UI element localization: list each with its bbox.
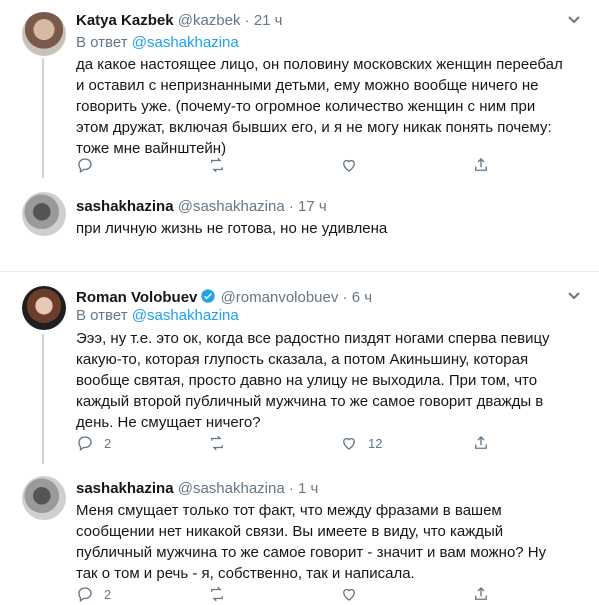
avatar[interactable]: [22, 286, 66, 330]
reply-to: В ответ @sashakhazina: [76, 307, 239, 324]
verified-badge-icon: [201, 289, 216, 303]
text-line: при личную жизнь не готова, но не удивле…: [76, 220, 388, 237]
avatar[interactable]: [22, 12, 66, 56]
reply-handle-link[interactable]: @sashakhazina: [132, 34, 239, 51]
retweet-button[interactable]: [208, 434, 236, 452]
timestamp[interactable]: 21 ч: [254, 12, 283, 29]
avatar[interactable]: [22, 476, 66, 520]
timestamp[interactable]: 6 ч: [352, 289, 372, 306]
avatar[interactable]: [22, 192, 66, 236]
separator-dot: ·: [244, 12, 250, 29]
thread-connector: [42, 334, 44, 464]
reply-count: 2: [104, 586, 112, 602]
separator-dot: ·: [342, 289, 348, 306]
text-line: публичный мужчина то же самое говорит - …: [76, 544, 547, 561]
reply-prefix: В ответ: [76, 307, 128, 324]
share-icon: [475, 158, 487, 171]
tweet-header: sashakhazina @sashakhazina · 1 ч: [76, 480, 318, 497]
reply-button[interactable]: 2: [76, 585, 111, 603]
tweet-actions: [76, 156, 506, 176]
tweet-header: Katya Kazbek @kazbek · 21 ч: [76, 12, 283, 29]
tweet-sashakhazina-1: sashakhazina @sashakhazina · 17 ч при ли…: [0, 178, 599, 272]
separator-dot: ·: [288, 198, 294, 215]
retweet-icon: [211, 435, 223, 451]
author-name[interactable]: sashakhazina: [76, 198, 174, 215]
like-icon: [343, 159, 355, 172]
reply-prefix: В ответ: [76, 34, 128, 51]
reply-button[interactable]: 2: [76, 434, 111, 452]
tweet-actions: 2: [76, 585, 506, 605]
like-button[interactable]: [340, 585, 368, 603]
reply-handle-link[interactable]: @sashakhazina: [132, 307, 239, 324]
author-name[interactable]: Roman Volobuev: [76, 289, 197, 306]
share-icon: [475, 587, 487, 600]
text-line: день. Не смущает ничего?: [76, 414, 261, 431]
like-button[interactable]: [340, 156, 368, 174]
tweet-text: да какое настоящее лицо, он половину мос…: [76, 54, 586, 159]
text-line: вообще святая, просто давно на улицу не …: [76, 372, 538, 389]
tweet-roman-volobuev: Roman Volobuev @romanvolobuev · 6 ч В от…: [0, 272, 599, 464]
text-line: и оставил с непризнанными детьми, ему мо…: [76, 77, 539, 94]
tweet-sashakhazina-2: sashakhazina @sashakhazina · 1 ч Меня см…: [0, 464, 599, 603]
author-name[interactable]: sashakhazina: [76, 480, 174, 497]
reply-icon: [78, 158, 92, 174]
reply-to: В ответ @sashakhazina: [76, 34, 239, 51]
like-icon: [343, 437, 355, 450]
like-count: 12: [368, 435, 383, 451]
text-line: какую-то, которая глупость сказала, а по…: [76, 351, 529, 368]
author-name[interactable]: Katya Kazbek: [76, 12, 174, 29]
share-button[interactable]: [472, 156, 490, 174]
tweet-header: sashakhazina @sashakhazina · 17 ч: [76, 198, 327, 215]
reply-icon: [78, 587, 92, 603]
text-line: Эээ, ну т.е. это ок, когда все радостно …: [76, 330, 550, 347]
caret-down-icon[interactable]: [567, 15, 581, 25]
timestamp[interactable]: 17 ч: [298, 198, 327, 215]
retweet-button[interactable]: [208, 156, 236, 174]
text-line: этом дружат, включая бывших его, и я не …: [76, 119, 552, 136]
author-handle[interactable]: @romanvolobuev: [221, 289, 339, 306]
text-line: говорить уже. (почему-то огромное количе…: [76, 98, 536, 115]
share-button[interactable]: [472, 585, 490, 603]
author-handle[interactable]: @kazbek: [178, 12, 241, 29]
text-line: каждый второй публичный мужчина то же са…: [76, 393, 544, 410]
author-handle[interactable]: @sashakhazina: [178, 480, 285, 497]
tweet-text: Меня смущает только тот факт, что между …: [76, 500, 586, 584]
share-button[interactable]: [472, 434, 490, 452]
reply-button[interactable]: [76, 156, 104, 174]
tweet-text: Эээ, ну т.е. это ок, когда все радостно …: [76, 328, 586, 433]
text-line: да какое настоящее лицо, он половину мос…: [76, 56, 563, 73]
timestamp[interactable]: 1 ч: [298, 480, 318, 497]
reply-count: 2: [104, 435, 112, 451]
separator-dot: ·: [288, 480, 294, 497]
retweet-icon: [211, 586, 223, 602]
thread-connector: [42, 58, 44, 178]
caret-down-icon[interactable]: [567, 291, 581, 301]
reply-icon: [78, 436, 92, 452]
text-line: Меня смущает только тот факт, что между …: [76, 502, 502, 519]
retweet-icon: [211, 157, 223, 173]
like-icon: [343, 588, 355, 601]
author-handle[interactable]: @sashakhazina: [178, 198, 285, 215]
tweet-katya-kazbek: Katya Kazbek @kazbek · 21 ч В ответ @sas…: [0, 0, 599, 178]
tweet-actions: 2 12: [76, 434, 506, 454]
text-line: так о том и речь - я, собственно, так и …: [76, 565, 415, 582]
retweet-button[interactable]: [208, 585, 236, 603]
text-line: сообщении нет никакой связи. Вы имеете в…: [76, 523, 504, 540]
tweet-text: при личную жизнь не готова, но не удивле…: [76, 218, 586, 239]
tweet-header: Roman Volobuev @romanvolobuev · 6 ч: [76, 288, 372, 306]
share-icon: [475, 436, 487, 449]
like-button[interactable]: 12: [340, 434, 382, 452]
